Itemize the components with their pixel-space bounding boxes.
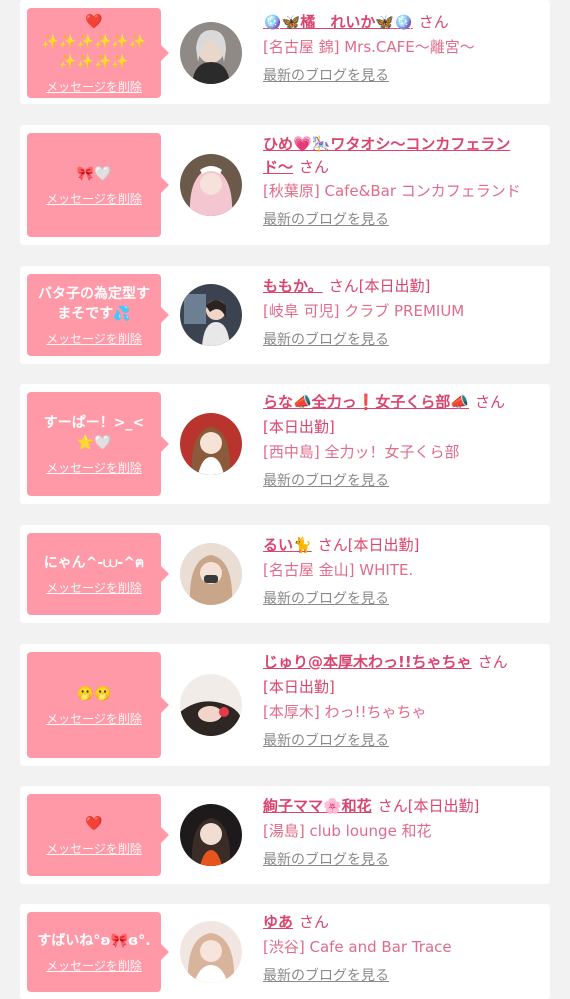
cast-name-link[interactable]: ゆあ: [263, 913, 293, 931]
shop-label: [名古屋 金山] WHITE.: [263, 561, 414, 579]
message-text: にゃん^-⩊-^ฅ: [43, 554, 145, 571]
message-text: すばいね°ʚ🎀ɞ°.: [37, 932, 151, 949]
avatar[interactable]: [180, 284, 242, 346]
cast-info: ひめ💗🎠ワタオシ〜コンカフェランド〜 さん [秋葉原] Cafe&Bar コンカフ…: [263, 133, 542, 232]
cast-info: ゆあ さん [渋谷] Cafe and Bar Trace 最新のブログを見る: [263, 910, 542, 988]
delete-message-link[interactable]: メッセージを削除: [46, 78, 142, 95]
latest-blog-link[interactable]: 最新のブログを見る: [263, 208, 542, 232]
delete-message-link[interactable]: メッセージを削除: [46, 190, 142, 207]
attendance-status: [本日出勤]: [263, 678, 335, 696]
latest-blog-link[interactable]: 最新のブログを見る: [263, 587, 542, 611]
message-card: 🎀🤍 メッセージを削除 ひめ💗🎠ワタオシ〜コンカフェランド〜 さん [秋葉原] C…: [20, 125, 550, 245]
latest-blog-link[interactable]: 最新のブログを見る: [263, 848, 542, 872]
delete-message-link[interactable]: メッセージを削除: [46, 710, 142, 727]
name-suffix: さん: [418, 13, 449, 31]
avatar[interactable]: [180, 413, 242, 475]
cast-name-link[interactable]: らな📣全力っ❗️女子くら部📣: [263, 393, 469, 411]
shop-label: [渋谷] Cafe and Bar Trace: [263, 938, 452, 956]
message-text: 🎀🤍: [76, 165, 112, 182]
message-bubble: 🎀🤍 メッセージを削除: [27, 133, 169, 237]
message-card: すばいね°ʚ🎀ɞ°. メッセージを削除 ゆあ さん [渋谷] Cafe and B…: [20, 904, 550, 999]
delete-message-link[interactable]: メッセージを削除: [46, 330, 142, 347]
latest-blog-link[interactable]: 最新のブログを見る: [263, 328, 542, 352]
delete-message-link[interactable]: メッセージを削除: [46, 840, 142, 857]
avatar[interactable]: [180, 804, 242, 866]
message-card: ❤️ メッセージを削除 絢子ママ🌸和花 さん[本日出勤] [湯島] club lo…: [20, 786, 550, 884]
message-bubble: すばいね°ʚ🎀ɞ°. メッセージを削除: [27, 912, 169, 992]
message-bubble: バタ子の為定型す まそです💦 メッセージを削除: [27, 274, 169, 356]
cast-info: 絢子ママ🌸和花 さん[本日出勤] [湯島] club lounge 和花 最新のブ…: [263, 794, 542, 872]
shop-label: [秋葉原] Cafe&Bar コンカフェランド: [263, 182, 521, 200]
message-text: ❤️: [85, 815, 103, 832]
avatar[interactable]: [180, 674, 242, 736]
latest-blog-link[interactable]: 最新のブログを見る: [263, 964, 542, 988]
message-card: ❤️ ✨✨✨✨✨✨ ✨✨✨✨ メッセージを削除 🪩🦋橘 れいか🦋🪩 さん [名古屋…: [20, 0, 550, 104]
delete-message-link[interactable]: メッセージを削除: [46, 459, 142, 476]
delete-message-link[interactable]: メッセージを削除: [46, 579, 142, 596]
message-bubble: 🫢🫢 メッセージを削除: [27, 652, 169, 758]
avatar[interactable]: [180, 921, 242, 983]
cast-name-link[interactable]: るい🐈: [263, 536, 312, 554]
message-bubble: すーぱー！>_< ⭐️🤍 メッセージを削除: [27, 392, 169, 496]
cast-name-link[interactable]: 🪩🦋橘 れいか🦋🪩: [263, 13, 413, 31]
cast-info: ももか。 さん[本日出勤] [岐阜 可児] クラブ PREMIUM 最新のブログを…: [263, 274, 542, 352]
cast-info: 🪩🦋橘 れいか🦋🪩 さん [名古屋 錦] Mrs.CAFE〜離宮〜 最新のブログを…: [263, 10, 542, 88]
name-suffix: さん[本日出勤]: [377, 797, 480, 815]
message-text: バタ子の為定型す まそです💦: [38, 285, 150, 322]
shop-label: [本厚木] わっ!!ちゃちゃ: [263, 703, 427, 721]
name-suffix: さん: [299, 158, 330, 176]
avatar[interactable]: [180, 22, 242, 84]
shop-label: [西中島] 全力ッ！女子くら部: [263, 443, 460, 461]
message-bubble: ❤️ ✨✨✨✨✨✨ ✨✨✨✨ メッセージを削除: [27, 8, 169, 98]
cast-info: るい🐈 さん[本日出勤] [名古屋 金山] WHITE. 最新のブログを見る: [263, 533, 542, 611]
name-suffix: さん: [475, 393, 506, 411]
shop-label: [湯島] club lounge 和花: [263, 822, 432, 840]
delete-message-link[interactable]: メッセージを削除: [46, 957, 142, 974]
cast-info: じゅり@本厚木わっ!!ちゃちゃ さん [本日出勤] [本厚木] わっ!!ちゃちゃ …: [263, 650, 542, 753]
name-suffix: さん[本日出勤]: [328, 277, 431, 295]
message-bubble: ❤️ メッセージを削除: [27, 794, 169, 876]
name-suffix: さん[本日出勤]: [317, 536, 420, 554]
name-suffix: さん: [299, 913, 330, 931]
message-card: にゃん^-⩊-^ฅ メッセージを削除 るい🐈 さん[本日出勤] [名古屋 金山] …: [20, 525, 550, 623]
latest-blog-link[interactable]: 最新のブログを見る: [263, 469, 542, 493]
attendance-status: [本日出勤]: [263, 418, 335, 436]
message-card: 🫢🫢 メッセージを削除 じゅり@本厚木わっ!!ちゃちゃ さん [本日出勤] [本厚…: [20, 644, 550, 766]
cast-name-link[interactable]: ももか。: [263, 277, 323, 295]
message-text: 🫢🫢: [76, 685, 112, 702]
message-text: すーぱー！>_< ⭐️🤍: [43, 414, 145, 451]
avatar[interactable]: [180, 154, 242, 216]
name-suffix: さん: [477, 653, 508, 671]
cast-info: らな📣全力っ❗️女子くら部📣 さん [本日出勤] [西中島] 全力ッ！女子くら部 …: [263, 390, 542, 493]
message-card: バタ子の為定型す まそです💦 メッセージを削除 ももか。 さん[本日出勤] [岐阜…: [20, 266, 550, 364]
avatar[interactable]: [180, 543, 242, 605]
message-text: ❤️ ✨✨✨✨✨✨ ✨✨✨✨: [41, 13, 147, 70]
cast-name-link[interactable]: じゅり@本厚木わっ!!ちゃちゃ: [263, 653, 472, 671]
latest-blog-link[interactable]: 最新のブログを見る: [263, 729, 542, 753]
message-bubble: にゃん^-⩊-^ฅ メッセージを削除: [27, 533, 169, 615]
shop-label: [岐阜 可児] クラブ PREMIUM: [263, 302, 465, 320]
shop-label: [名古屋 錦] Mrs.CAFE〜離宮〜: [263, 38, 475, 56]
latest-blog-link[interactable]: 最新のブログを見る: [263, 64, 542, 88]
cast-name-link[interactable]: 絢子ママ🌸和花: [263, 797, 372, 815]
message-card: すーぱー！>_< ⭐️🤍 メッセージを削除 らな📣全力っ❗️女子くら部📣 さん […: [20, 384, 550, 504]
